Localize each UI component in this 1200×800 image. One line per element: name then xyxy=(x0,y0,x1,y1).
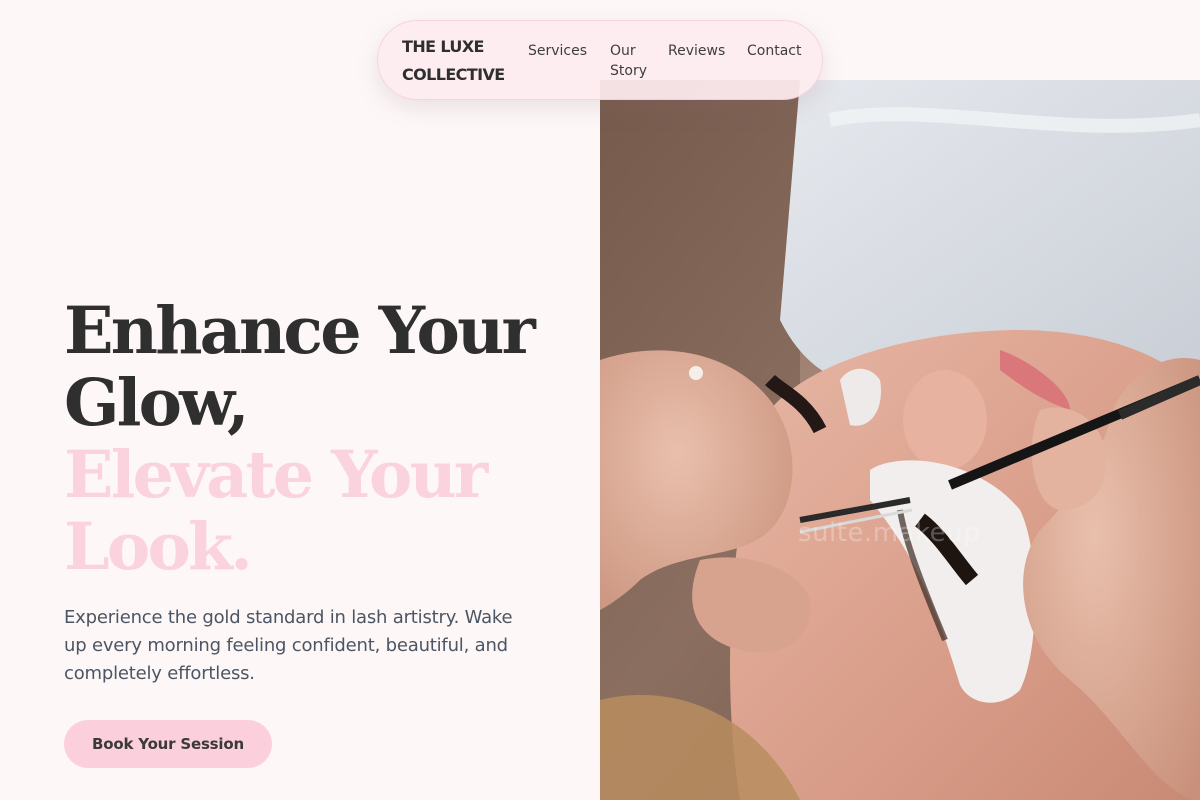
hero-title-line-1: Enhance Your xyxy=(64,293,536,369)
brand-line-2: COLLECTIVE xyxy=(402,65,505,84)
top-nav: THE LUXE COLLECTIVE Services Our Story R… xyxy=(377,20,823,100)
nav-link-reviews[interactable]: Reviews xyxy=(668,41,725,61)
lash-application-photo xyxy=(600,80,1200,800)
nav-link-contact[interactable]: Contact xyxy=(747,41,801,61)
hero-title-accent-line-1: Elevate Your xyxy=(64,437,488,513)
hero-photo: suite.makeup xyxy=(600,80,1200,800)
hero-title-line-2: Glow, xyxy=(64,365,250,441)
brand-line-1: THE LUXE xyxy=(402,37,484,56)
hero-description: Experience the gold standard in lash art… xyxy=(64,607,513,684)
nav-link-services[interactable]: Services xyxy=(528,41,587,61)
book-session-button[interactable]: Book Your Session xyxy=(64,720,272,768)
image-watermark: suite.makeup xyxy=(798,518,981,548)
brand-logo[interactable]: THE LUXE COLLECTIVE xyxy=(402,33,522,89)
hero-title-accent-line-2: Look. xyxy=(64,509,253,585)
hero-title: Enhance Your Glow, Elevate Your Look. xyxy=(64,295,584,583)
nav-link-our-story[interactable]: Our Story xyxy=(610,41,654,81)
